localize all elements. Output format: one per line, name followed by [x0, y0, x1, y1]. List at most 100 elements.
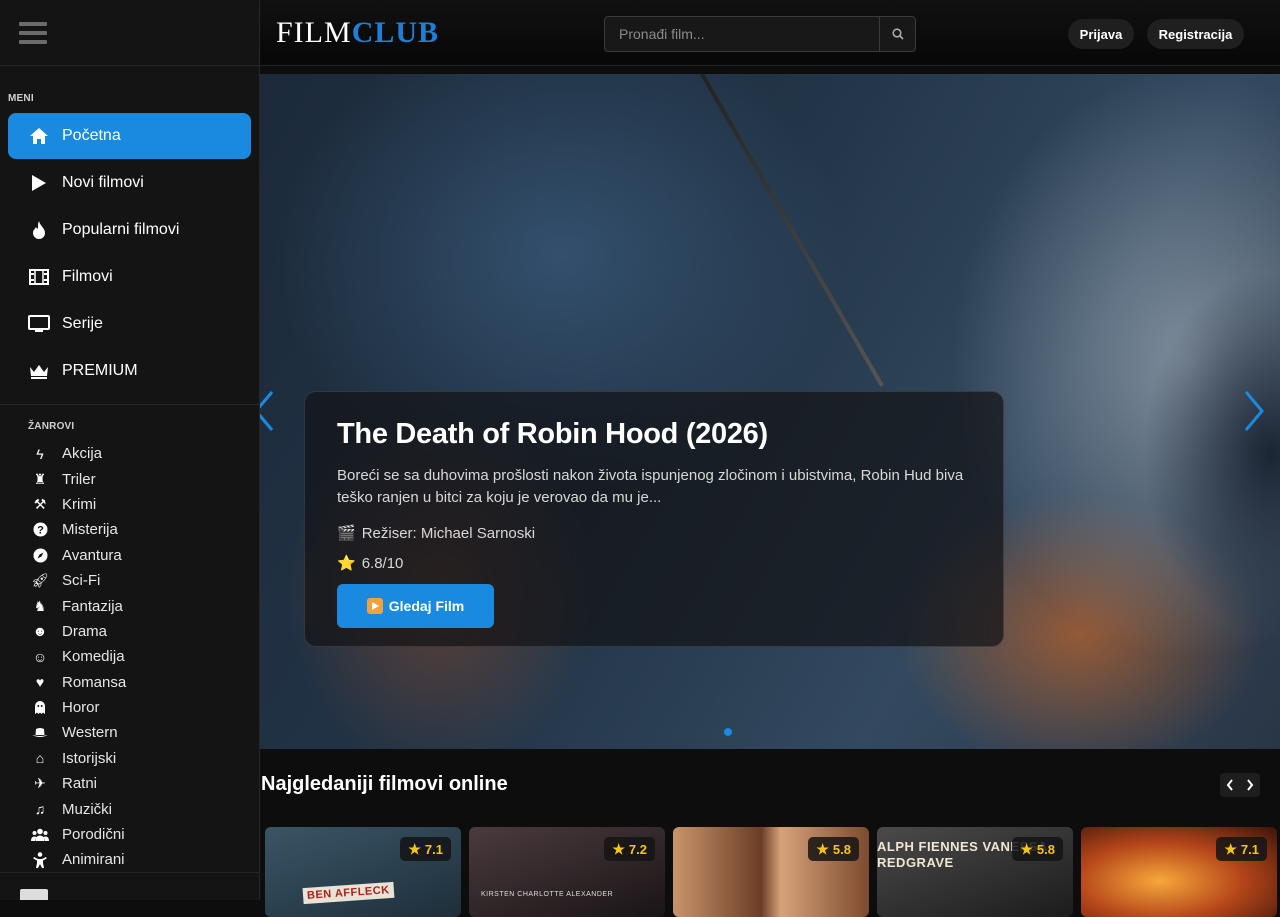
hero-next-arrow-icon[interactable]: [1240, 388, 1270, 434]
slider-dot-active[interactable]: [724, 728, 732, 736]
rating-badge: ★ 7.1: [400, 837, 451, 861]
genre-label: Western: [62, 724, 118, 742]
ghost-icon: [28, 700, 52, 715]
crown-icon: [28, 360, 50, 382]
compass-icon: [28, 548, 52, 563]
dragon-icon: ♞: [33, 597, 47, 614]
movie-poster[interactable]: KIRSTEN CHARLOTTE ALEXANDER ★ 7.2: [469, 827, 665, 917]
genre-item-triler[interactable]: ♜ Triler: [28, 466, 248, 491]
login-button[interactable]: Prijava: [1068, 19, 1134, 49]
menu-item-series[interactable]: Serije: [8, 301, 251, 347]
genre-item-fantazija[interactable]: ♞ Fantazija: [28, 593, 248, 618]
genre-item-horor[interactable]: Horor: [28, 695, 248, 720]
theme-toggle-icon[interactable]: [20, 889, 48, 900]
rating-text: 6.8/10: [361, 554, 404, 572]
rating-badge: ★ 7.1: [1216, 837, 1267, 861]
genre-label: Komedija: [62, 648, 125, 666]
genre-item-krimi[interactable]: ⚒ Krimi: [28, 492, 248, 517]
masks-icon: ☻: [32, 623, 48, 640]
heart-icon: ♥: [35, 674, 45, 691]
top-header: FILMCLUB Prijava Registracija: [260, 0, 1280, 66]
music-icon: ♫: [34, 801, 46, 818]
carousel-next-button[interactable]: [1240, 773, 1260, 797]
genre-label: Triler: [62, 470, 96, 488]
search-input[interactable]: [605, 17, 879, 51]
play-icon: [28, 172, 50, 194]
film-icon: [28, 266, 50, 288]
genre-item-istorijski[interactable]: ⌂ Istorijski: [28, 746, 248, 771]
search-bar: [604, 16, 916, 52]
star-icon: ⭐: [337, 555, 356, 572]
genre-item-romansa[interactable]: ♥ Romansa: [28, 670, 248, 695]
menu-item-movies[interactable]: Filmovi: [8, 254, 251, 300]
fire-icon: [28, 219, 50, 241]
hat-icon: [28, 727, 52, 739]
movie-poster[interactable]: BEN AFFLECK ★ 7.1: [265, 827, 461, 917]
genre-item-misterija[interactable]: ? Misterija: [28, 517, 248, 542]
landmark-icon: ⌂: [35, 750, 45, 767]
movie-poster[interactable]: ★ 5.8: [673, 827, 869, 917]
movie-poster[interactable]: ★ 7.1: [1081, 827, 1277, 917]
menu-item-new-movies[interactable]: Novi filmovi: [8, 160, 251, 206]
genre-item-drama[interactable]: ☻ Drama: [28, 619, 248, 644]
carousel-prev-button[interactable]: [1220, 773, 1240, 797]
sidebar: MENI Početna Novi filmovi Popularni film…: [0, 0, 260, 900]
search-button[interactable]: [879, 17, 915, 51]
section-title-popular: Najgledaniji filmovi online: [261, 773, 508, 795]
bolt-icon: ϟ: [36, 445, 44, 462]
sidebar-divider: [0, 404, 259, 405]
movie-poster[interactable]: ALPH FIENNES VANESSA REDGRAVE ★ 5.8: [877, 827, 1073, 917]
hero-info-card: The Death of Robin Hood (2026) Boreći se…: [304, 391, 1004, 647]
genre-item-komedija[interactable]: ☺ Komedija: [28, 644, 248, 669]
genres-section-label: ŽANROVI: [28, 421, 75, 432]
play-button-icon: [366, 598, 383, 614]
watch-movie-button[interactable]: Gledaj Film: [337, 584, 494, 628]
menu-item-label: Serije: [62, 315, 103, 332]
genre-item-sci-fi[interactable]: 🚀︎ Sci-Fi: [28, 568, 248, 593]
hero-director: 🎬 Režiser: Michael Sarnoski: [337, 518, 971, 548]
menu-item-label: PREMIUM: [62, 362, 138, 379]
genre-label: Animirani: [62, 851, 125, 869]
hamburger-menu-icon[interactable]: [19, 21, 47, 44]
genre-item-akcija[interactable]: ϟ Akcija: [28, 441, 248, 466]
hero-prev-arrow-icon[interactable]: [260, 388, 280, 434]
genre-item-ratni[interactable]: ✈ Ratni: [28, 771, 248, 796]
genre-label: Avantura: [62, 546, 122, 564]
star-icon: ★: [1020, 840, 1033, 857]
genre-list: ϟ Akcija ♜ Triler ⚒ Krimi ? Misterija Avantu…: [28, 441, 248, 873]
genre-label: Muzički: [62, 800, 113, 818]
sidebar-footer: [0, 872, 259, 900]
genre-item-western[interactable]: Western: [28, 720, 248, 745]
spy-icon: ♜: [33, 470, 47, 487]
rating-value: 5.8: [1036, 841, 1055, 857]
home-icon: [28, 125, 50, 147]
menu-item-home[interactable]: Početna: [8, 113, 251, 159]
genre-item-animirani[interactable]: Animirani: [28, 847, 248, 872]
menu-item-label: Početna: [62, 127, 121, 144]
rocket-icon: 🚀︎: [31, 572, 49, 589]
poster-row: BEN AFFLECK ★ 7.1 KIRSTEN CHARLOTTE ALEXA…: [265, 827, 1280, 917]
genre-label: Sci-Fi: [62, 572, 101, 590]
menu-item-premium[interactable]: PREMIUM: [8, 348, 251, 394]
site-logo[interactable]: FILMCLUB: [276, 16, 439, 50]
users-icon: [28, 828, 52, 842]
rating-badge: ★ 7.2: [604, 837, 655, 861]
genre-label: Krimi: [62, 495, 97, 513]
genre-item-avantura[interactable]: Avantura: [28, 543, 248, 568]
menu-section-label: MENI: [8, 93, 34, 104]
chevron-right-icon: [1247, 779, 1254, 791]
hero-title: The Death of Robin Hood (2026): [337, 418, 768, 450]
register-button[interactable]: Registracija: [1147, 19, 1244, 49]
gavel-icon: ⚒: [33, 495, 47, 512]
logo-text-film: FILM: [276, 16, 352, 49]
star-icon: ★: [408, 840, 421, 857]
genre-item-muzicki[interactable]: ♫ Muzički: [28, 796, 248, 821]
chevron-left-icon: [1226, 779, 1233, 791]
menu-item-label: Novi filmovi: [62, 174, 144, 191]
genre-label: Misterija: [62, 521, 118, 539]
rating-badge: ★ 5.8: [808, 837, 859, 861]
genre-item-porodicni[interactable]: Porodični: [28, 822, 248, 847]
genre-label: Drama: [62, 622, 108, 640]
menu-item-popular-movies[interactable]: Popularni filmovi: [8, 207, 251, 253]
clapperboard-icon: 🎬: [337, 525, 356, 542]
